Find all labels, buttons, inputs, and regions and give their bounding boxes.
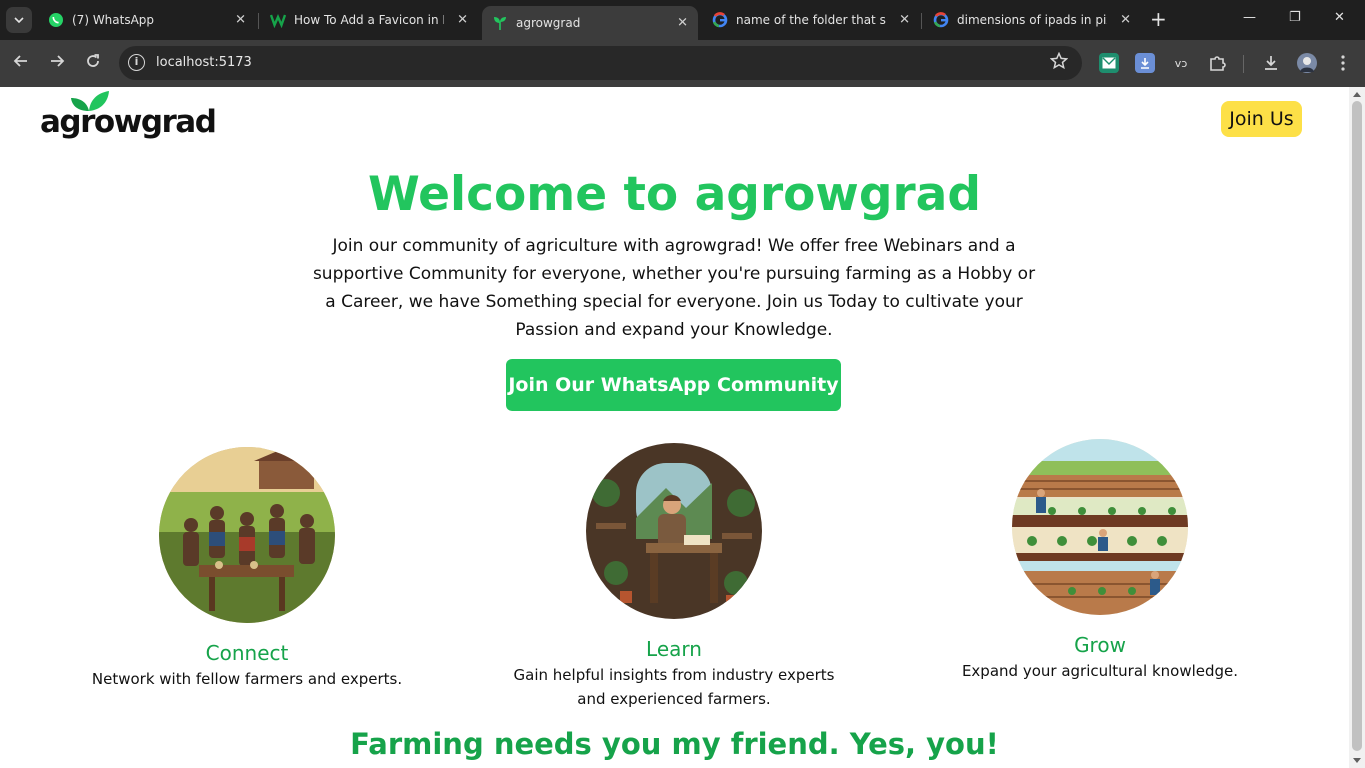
- agrowgrad-logo[interactable]: agrowgrad: [40, 91, 220, 142]
- tab-whatsapp[interactable]: (7) WhatsApp ✕: [38, 6, 256, 34]
- logo-text: agrowgrad: [40, 104, 217, 140]
- tab-title: agrowgrad: [516, 16, 581, 30]
- farmers-gathering-illustration: [159, 447, 335, 623]
- window-close-button[interactable]: ✕: [1334, 10, 1345, 25]
- feature-title: Connect: [205, 641, 289, 665]
- scroll-down-arrow-icon[interactable]: [1353, 758, 1361, 763]
- whatsapp-icon: [48, 12, 64, 28]
- whatsapp-community-button[interactable]: Join Our WhatsApp Community: [506, 359, 841, 411]
- toolbar-divider: [1243, 55, 1244, 73]
- google-icon: [712, 12, 728, 28]
- tab-title: (7) WhatsApp: [72, 13, 155, 27]
- feature-description: Network with fellow farmers and experts.: [91, 670, 403, 688]
- tab-title: dimensions of ipads in pixels: [957, 13, 1107, 27]
- feature-title: Learn: [646, 637, 702, 661]
- tab-google-ipads[interactable]: dimensions of ipads in pixels ✕: [923, 6, 1141, 34]
- profile-avatar[interactable]: [1297, 53, 1317, 73]
- scrollbar-thumb[interactable]: [1352, 101, 1362, 751]
- join-us-button[interactable]: Join Us: [1221, 101, 1302, 137]
- studying-farmer-illustration: [586, 443, 762, 619]
- tab-title: How To Add a Favicon in HTML: [294, 13, 444, 27]
- w-logo-icon: [270, 12, 286, 28]
- feature-grow: Grow Expand your agricultural knowledge.: [925, 439, 1275, 683]
- download-extension-icon[interactable]: [1135, 53, 1155, 73]
- tab-divider: [921, 13, 922, 29]
- address-bar[interactable]: i localhost:5173: [119, 46, 1082, 80]
- url-text[interactable]: localhost:5173: [156, 55, 252, 70]
- close-icon[interactable]: ✕: [235, 13, 246, 28]
- sprout-icon: [492, 15, 508, 31]
- page-viewport: agrowgrad Join Us Welcome to agrowgrad J…: [0, 87, 1349, 768]
- tab-divider: [258, 13, 259, 29]
- arrow-left-icon: [13, 55, 27, 67]
- puzzle-extensions-icon[interactable]: [1207, 53, 1227, 73]
- hero-title: Welcome to agrowgrad: [367, 167, 982, 222]
- page-scrollbar[interactable]: [1349, 87, 1365, 768]
- feature-learn: Learn Gain helpful insights from industr…: [499, 443, 849, 711]
- call-to-action-heading: Farming needs you my friend. Yes, you!: [350, 727, 999, 761]
- tab-google-folder[interactable]: name of the folder that stores ✕: [702, 6, 920, 34]
- minimize-button[interactable]: —: [1243, 10, 1256, 25]
- hero-description: Join our community of agriculture with a…: [312, 236, 1036, 340]
- close-icon[interactable]: ✕: [1120, 13, 1131, 28]
- close-icon[interactable]: ✕: [457, 13, 468, 28]
- site-info-icon[interactable]: i: [128, 54, 145, 71]
- tab-title: name of the folder that stores: [736, 13, 886, 27]
- browser-menu-icon[interactable]: [1333, 53, 1353, 73]
- forward-button[interactable]: [49, 53, 65, 74]
- farm-growth-illustration: [1012, 439, 1188, 615]
- tab-agrowgrad[interactable]: agrowgrad ✕: [482, 6, 698, 40]
- vo-extension-icon[interactable]: vɔ: [1171, 53, 1191, 73]
- tab-strip: (7) WhatsApp ✕ How To Add a Favicon in H…: [0, 0, 1365, 40]
- new-tab-button[interactable]: +: [1150, 9, 1167, 29]
- browser-toolbar: i localhost:5173 vɔ: [0, 40, 1365, 87]
- downloads-icon[interactable]: [1261, 53, 1281, 73]
- close-icon[interactable]: ✕: [899, 13, 910, 28]
- tab-search-button[interactable]: [6, 7, 32, 33]
- feature-description: Expand your agricultural knowledge.: [961, 662, 1239, 680]
- scroll-up-arrow-icon[interactable]: [1353, 92, 1361, 97]
- chevron-down-icon: [14, 17, 24, 23]
- restore-button[interactable]: ❐: [1289, 10, 1301, 25]
- feature-title: Grow: [1074, 633, 1126, 657]
- close-icon[interactable]: ✕: [677, 16, 688, 31]
- reload-icon: [87, 54, 99, 67]
- back-button[interactable]: [13, 53, 29, 74]
- mail-extension-icon[interactable]: [1099, 53, 1119, 73]
- bookmark-star-icon[interactable]: [1049, 51, 1069, 75]
- feature-connect: Connect Network with fellow farmers and …: [72, 447, 422, 691]
- google-icon: [933, 12, 949, 28]
- feature-description: Gain helpful insights from industry expe…: [513, 666, 835, 708]
- arrow-right-icon: [51, 55, 65, 67]
- reload-button[interactable]: [85, 53, 101, 74]
- tab-favicon-article[interactable]: How To Add a Favicon in HTML ✕: [260, 6, 478, 34]
